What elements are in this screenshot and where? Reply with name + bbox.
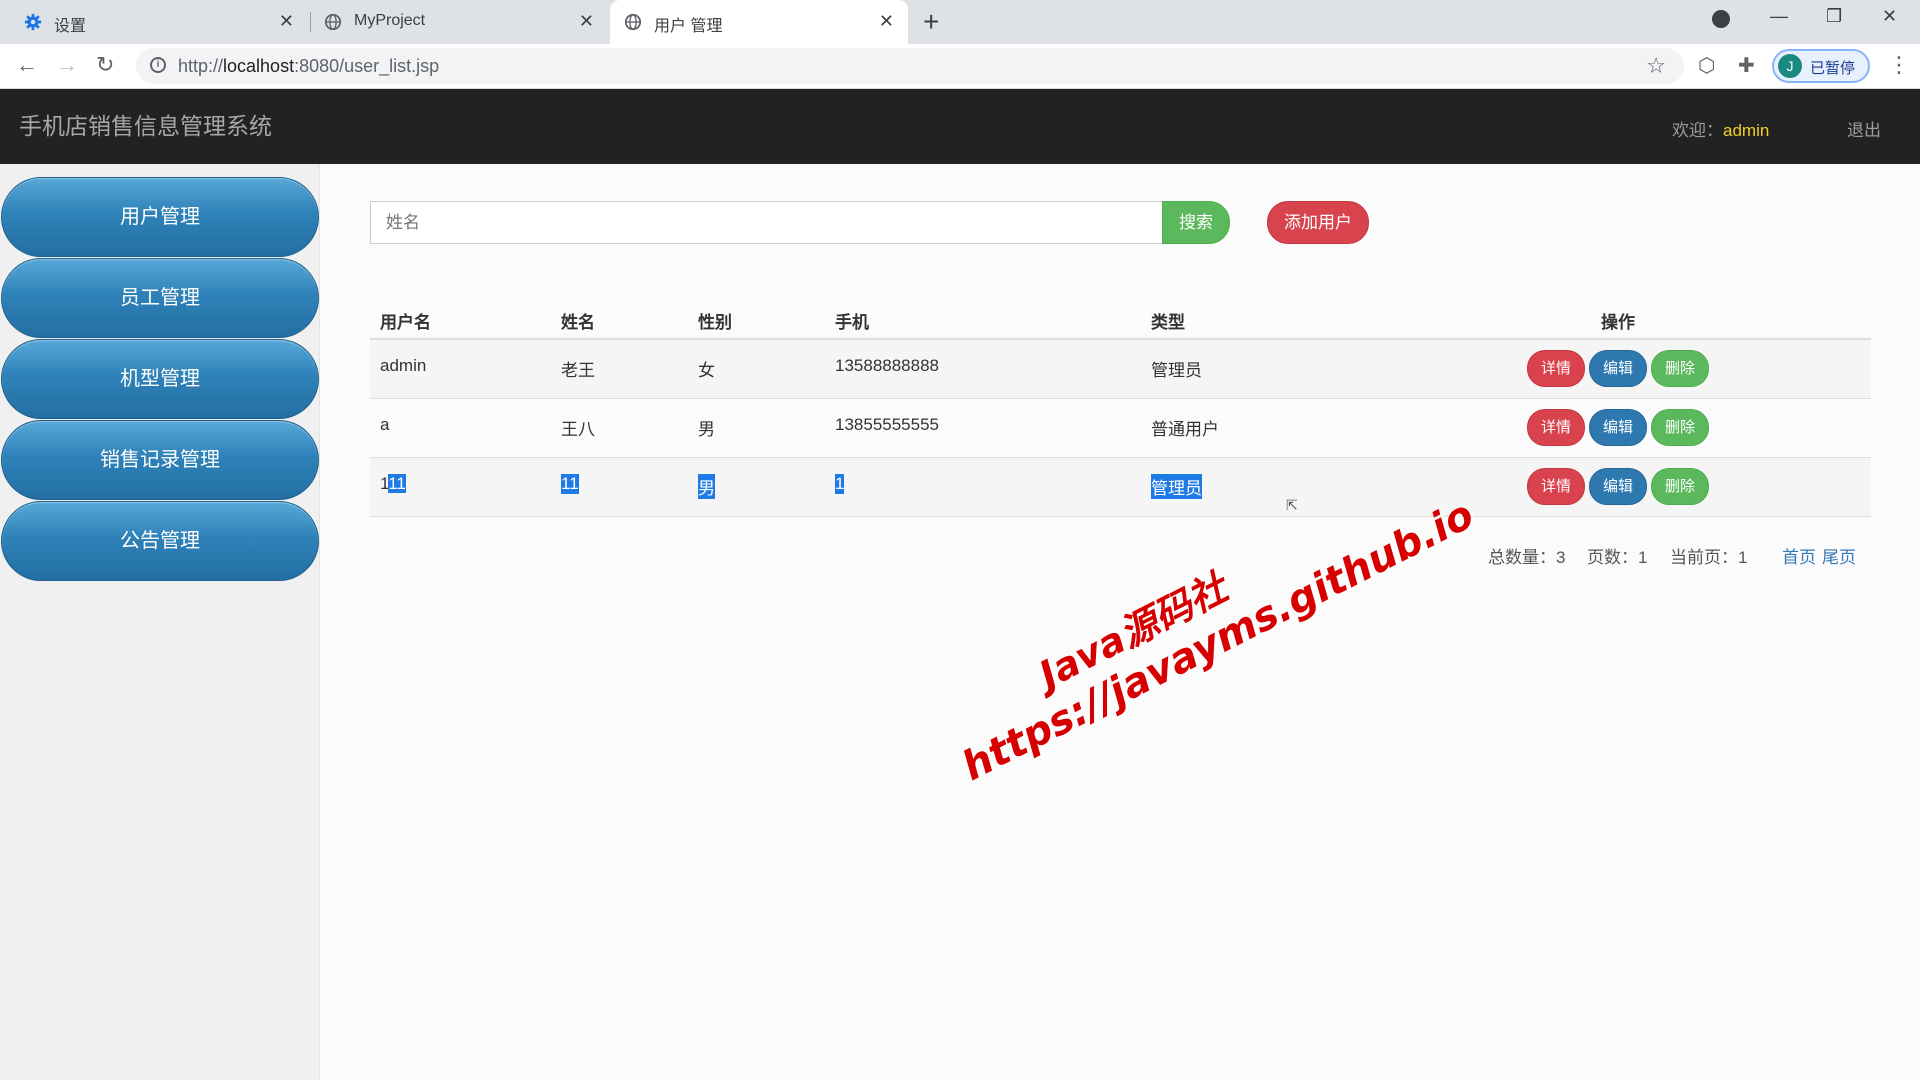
new-tab-icon[interactable]: + (923, 6, 939, 38)
sidebar-item-sales[interactable]: 销售记录管理 (1, 420, 319, 500)
cell-phone: 13855555555 (835, 415, 940, 434)
gear-icon (24, 13, 42, 31)
column-header-phone: 手机 (835, 313, 869, 332)
cell-gender: 男 (698, 420, 715, 439)
globe-icon (624, 13, 642, 31)
profile-status: 已暂停 (1810, 60, 1856, 77)
table-row: admin 老王 女 13588888888 管理员 详情 编辑 删除 (370, 340, 1871, 399)
cell-gender: 女 (698, 361, 715, 380)
column-header-type: 类型 (1151, 313, 1185, 332)
pager-current: 当前页：1 (1670, 548, 1748, 567)
delete-button[interactable]: 删除 (1651, 468, 1709, 505)
pager-pages: 页数：1 (1587, 548, 1648, 567)
window-close-icon[interactable]: ✕ (1882, 6, 1897, 27)
app-header: 手机店销售信息管理系统 欢迎：admin 退出 (0, 89, 1920, 164)
reload-icon[interactable]: ↻ (96, 52, 114, 78)
tab-title: 设置 (54, 18, 87, 35)
column-header-name: 姓名 (561, 313, 595, 332)
sidebar-item-notices[interactable]: 公告管理 (1, 501, 319, 581)
column-header-username: 用户名 (380, 313, 431, 332)
delete-button[interactable]: 删除 (1651, 409, 1709, 446)
logout-link[interactable]: 退出 (1847, 116, 1881, 141)
restore-icon[interactable]: ❐ (1826, 6, 1842, 27)
tab-title: MyProject (354, 12, 426, 29)
cell-username: 111 (380, 474, 406, 493)
url-text: http://localhost:8080/user_list.jsp (178, 56, 440, 76)
browser-tab-strip: 设置 ✕ MyProject ✕ 用户 管理 ✕ + — ❐ ✕ (0, 0, 1920, 44)
avatar: J (1778, 54, 1802, 78)
cell-type: 管理员 (1151, 361, 1202, 380)
first-page-link[interactable]: 首页 (1782, 543, 1816, 568)
app-title[interactable]: 手机店销售信息管理系统 (19, 107, 272, 141)
table-row: a 王八 男 13855555555 普通用户 详情 编辑 删除 (370, 399, 1871, 458)
tab-title: 用户 管理 (654, 18, 723, 35)
edit-button[interactable]: 编辑 (1589, 350, 1647, 387)
mouse-cursor-icon: ⇱ (1286, 497, 1298, 513)
table-row: 111 11 男 1 管理员 详情 编辑 删除 (370, 458, 1871, 517)
back-icon[interactable]: ← (16, 52, 38, 78)
search-input[interactable] (370, 201, 1163, 244)
detail-button[interactable]: 详情 (1527, 350, 1585, 387)
forward-icon[interactable]: → (56, 52, 78, 78)
detail-button[interactable]: 详情 (1527, 409, 1585, 446)
cell-phone: 13588888888 (835, 356, 940, 375)
sidebar-item-employees[interactable]: 员工管理 (1, 258, 319, 338)
cell-name: 11 (561, 474, 579, 494)
browser-toolbar: ← → ↻ i http://localhost:8080/user_list.… (0, 44, 1920, 89)
column-header-actions: 操作 (1601, 313, 1635, 332)
address-bar[interactable]: i http://localhost:8080/user_list.jsp ☆ (136, 48, 1684, 84)
sidebar-item-users[interactable]: 用户管理 (1, 177, 319, 257)
cell-name: 王八 (561, 420, 595, 439)
selected-text: 11 (388, 474, 406, 493)
search-button[interactable]: 搜索 (1162, 201, 1230, 244)
profile-button[interactable]: J 已暂停 (1772, 49, 1870, 83)
tab-user-management[interactable]: 用户 管理 ✕ (610, 0, 908, 44)
cell-gender: 男 (698, 474, 715, 499)
delete-button[interactable]: 删除 (1651, 350, 1709, 387)
cell-username: a (380, 415, 390, 434)
pager-total: 总数量：3 (1488, 548, 1566, 567)
detail-button[interactable]: 详情 (1527, 468, 1585, 505)
extension-icon[interactable]: ⬡ (1698, 53, 1715, 78)
cell-phone: 1 (835, 474, 845, 494)
current-username: admin (1723, 121, 1770, 140)
sidebar-item-models[interactable]: 机型管理 (1, 339, 319, 419)
edit-button[interactable]: 编辑 (1589, 468, 1647, 505)
close-icon[interactable]: ✕ (579, 11, 594, 32)
tab-search-icon[interactable] (1712, 10, 1730, 28)
minimize-icon[interactable]: — (1770, 6, 1788, 27)
menu-icon[interactable]: ⋮ (1888, 52, 1910, 78)
cell-type: 普通用户 (1151, 420, 1219, 439)
column-header-gender: 性别 (698, 313, 732, 332)
cell-username: admin (380, 356, 427, 375)
welcome-text: 欢迎：admin (1672, 121, 1770, 140)
add-user-button[interactable]: 添加用户 (1267, 201, 1369, 244)
info-icon[interactable]: i (150, 57, 166, 73)
edit-button[interactable]: 编辑 (1589, 409, 1647, 446)
watermark-line-2: https://javayms.github.io (954, 491, 1482, 790)
last-page-link[interactable]: 尾页 (1822, 543, 1856, 568)
tab-separator (310, 12, 311, 32)
cell-name: 老王 (561, 361, 595, 380)
close-icon[interactable]: ✕ (279, 11, 294, 32)
bookmark-star-icon[interactable]: ☆ (1646, 53, 1666, 79)
globe-icon (324, 13, 342, 31)
tab-myproject[interactable]: MyProject ✕ (312, 0, 608, 44)
sidebar: 用户管理 员工管理 机型管理 销售记录管理 公告管理 (0, 164, 320, 1080)
cell-type: 管理员 (1151, 474, 1202, 499)
puzzle-icon[interactable]: ✚ (1738, 53, 1755, 78)
close-icon[interactable]: ✕ (879, 11, 894, 32)
tab-settings[interactable]: 设置 ✕ (0, 0, 308, 44)
